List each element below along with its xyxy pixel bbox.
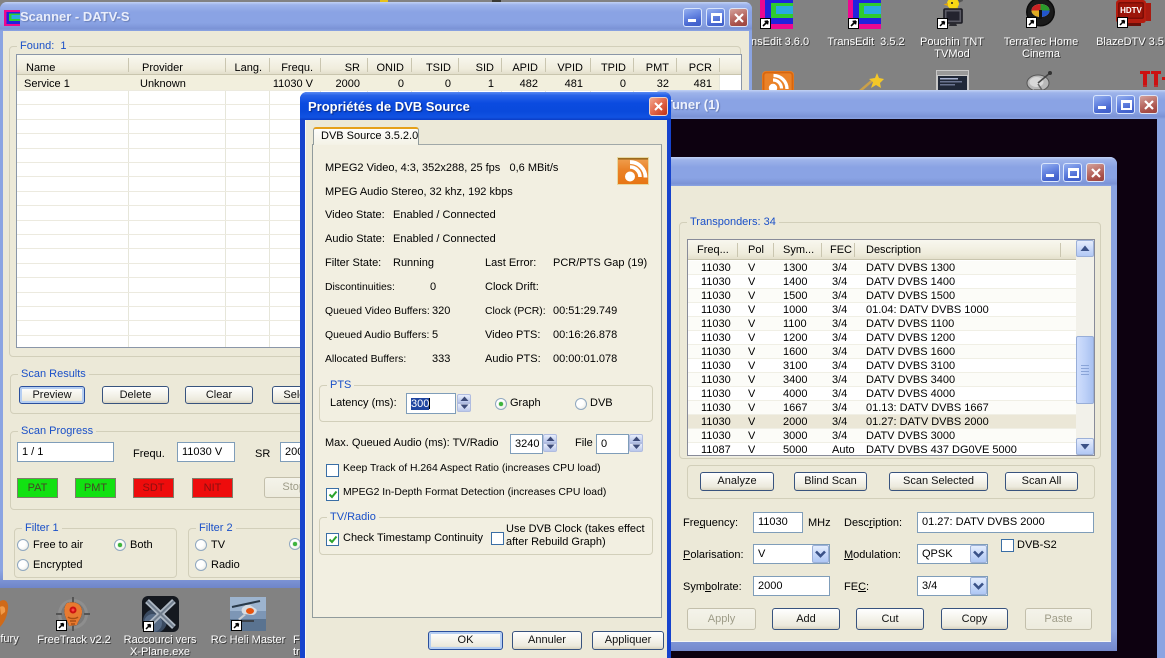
svg-text:HDTV: HDTV: [1120, 6, 1142, 15]
